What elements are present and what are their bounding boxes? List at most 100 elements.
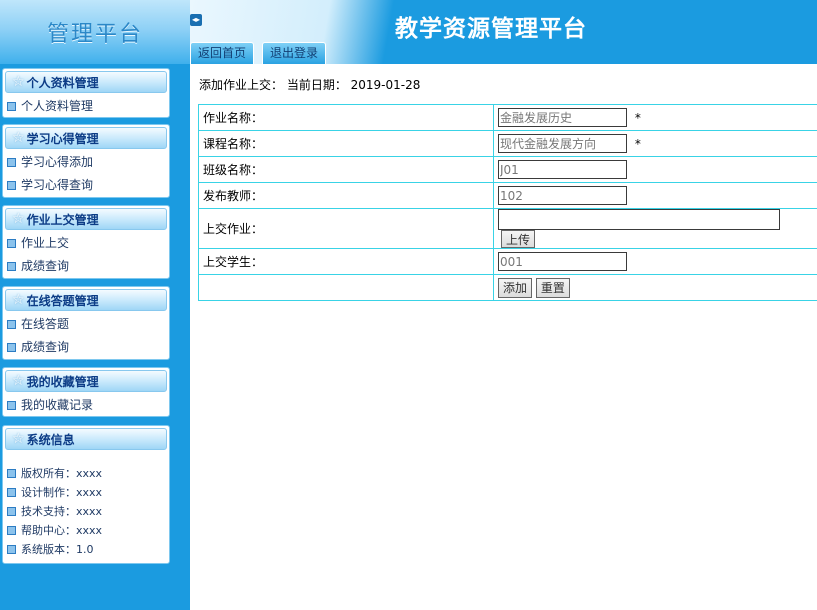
panel-header-profile[interactable]: ☆ 个人资料管理 xyxy=(5,71,167,93)
sidebar-item-label: 在线答题 xyxy=(21,317,70,331)
panel-title: 作业上交管理 xyxy=(26,212,99,227)
star-icon: ☆ xyxy=(12,74,25,90)
square-bullet-icon xyxy=(7,343,16,352)
square-bullet-icon xyxy=(7,181,16,190)
collapse-sidebar-icon[interactable]: ◂▸ xyxy=(190,14,202,26)
star-icon: ☆ xyxy=(12,130,25,146)
course-name-input[interactable] xyxy=(498,134,627,153)
sidebar-item-favorites[interactable]: 我的收藏记录 xyxy=(3,394,169,416)
panel-favorites: ☆ 我的收藏管理 我的收藏记录 xyxy=(2,367,170,417)
field-label: 课程名称： xyxy=(198,130,494,157)
panel-header-system-info[interactable]: ☆ 系统信息 xyxy=(5,428,167,450)
field-cell xyxy=(493,156,817,183)
teacher-input[interactable] xyxy=(498,186,627,205)
sidebar-item-label: 我的收藏记录 xyxy=(21,398,94,412)
square-bullet-icon xyxy=(7,545,16,554)
star-icon: ☆ xyxy=(12,373,25,389)
reset-button[interactable]: 重置 xyxy=(535,277,570,298)
form-row: 添加 重置 xyxy=(198,274,817,301)
square-bullet-icon xyxy=(7,239,16,248)
sidebar-item-notes-add[interactable]: 学习心得添加 xyxy=(3,151,169,174)
panel-header-favorites[interactable]: ☆ 我的收藏管理 xyxy=(5,370,167,392)
form-row: 上交学生： xyxy=(198,248,817,275)
sidebar-item-quiz-online[interactable]: 在线答题 xyxy=(3,313,169,336)
info-item: 设计制作：xxxx xyxy=(3,483,169,502)
panel-profile: ☆ 个人资料管理 个人资料管理 xyxy=(2,68,170,118)
sidebar-item-profile[interactable]: 个人资料管理 xyxy=(3,95,169,117)
panel-title: 学习心得管理 xyxy=(26,131,99,146)
panel-header-homework[interactable]: ☆ 作业上交管理 xyxy=(5,208,167,230)
square-bullet-icon xyxy=(7,526,16,535)
breadcrumb: 添加作业上交： 当前日期： 2019-01-28 xyxy=(199,78,421,92)
sidebar-item-label: 学习心得查询 xyxy=(21,178,94,192)
info-text: 设计制作：xxxx xyxy=(21,486,103,499)
info-text: 技术支持：xxxx xyxy=(21,505,103,518)
header: 管理平台 ◂▸ 教学资源管理平台 返回首页 退出登录 xyxy=(0,0,817,64)
field-cell: * xyxy=(493,104,817,131)
field-label: 班级名称： xyxy=(198,156,494,183)
empty-cell xyxy=(198,274,494,301)
square-bullet-icon xyxy=(7,320,16,329)
field-cell: * xyxy=(493,130,817,157)
panel-header-quiz[interactable]: ☆ 在线答题管理 xyxy=(5,289,167,311)
sidebar-item-label: 作业上交 xyxy=(21,236,70,250)
button-cell: 添加 重置 xyxy=(493,274,817,301)
square-bullet-icon xyxy=(7,507,16,516)
info-item: 版权所有：xxxx xyxy=(3,464,169,483)
sidebar: ☆ 个人资料管理 个人资料管理 ☆ 学习心得管理 学习心得添加 学习心得查询 ☆… xyxy=(0,64,190,610)
upload-button[interactable]: 上传 xyxy=(501,230,536,248)
sidebar-item-label: 成绩查询 xyxy=(21,340,70,354)
required-mark: * xyxy=(634,137,641,151)
square-bullet-icon xyxy=(7,488,16,497)
field-cell: 上传 xyxy=(493,208,817,249)
field-label: 作业名称： xyxy=(198,104,494,131)
panel-homework: ☆ 作业上交管理 作业上交 成绩查询 xyxy=(2,205,170,279)
star-icon: ☆ xyxy=(12,211,25,227)
sidebar-item-label: 成绩查询 xyxy=(21,259,70,273)
sidebar-item-label: 学习心得添加 xyxy=(21,155,94,169)
sidebar-item-quiz-grades[interactable]: 成绩查询 xyxy=(3,336,169,359)
homework-file-input[interactable] xyxy=(498,209,780,230)
info-text: 系统版本：1.0 xyxy=(21,543,94,556)
field-label: 上交学生： xyxy=(198,248,494,275)
form-row: 班级名称： xyxy=(198,156,817,183)
tab-logout[interactable]: 退出登录 xyxy=(262,42,327,64)
sidebar-item-notes-query[interactable]: 学习心得查询 xyxy=(3,174,169,197)
info-text: 版权所有：xxxx xyxy=(21,467,103,480)
panel-title: 个人资料管理 xyxy=(26,75,99,90)
panel-title: 在线答题管理 xyxy=(26,293,99,308)
square-bullet-icon xyxy=(7,262,16,271)
field-label: 发布教师： xyxy=(198,182,494,209)
square-bullet-icon xyxy=(7,158,16,167)
form-row: 作业名称： * xyxy=(198,104,817,131)
field-cell xyxy=(493,248,817,275)
brand-title: 管理平台 xyxy=(46,22,143,47)
sidebar-item-homework-submit[interactable]: 作业上交 xyxy=(3,232,169,255)
info-item: 帮助中心：xxxx xyxy=(3,521,169,540)
star-icon: ☆ xyxy=(12,292,25,308)
form-row: 上交作业： 上传 xyxy=(198,208,817,249)
tab-back-home[interactable]: 返回首页 xyxy=(190,42,255,64)
main-content: 添加作业上交： 当前日期： 2019-01-28 作业名称： * 课程名称： *… xyxy=(190,64,817,610)
field-cell xyxy=(493,182,817,209)
field-label: 上交作业： xyxy=(198,208,494,249)
homework-name-input[interactable] xyxy=(498,108,627,127)
required-mark: * xyxy=(634,111,641,125)
brand-block: 管理平台 xyxy=(0,0,190,64)
student-input[interactable] xyxy=(498,252,627,271)
add-button[interactable]: 添加 xyxy=(498,277,533,298)
square-bullet-icon xyxy=(7,102,16,111)
page-title: 教学资源管理平台 xyxy=(395,15,587,42)
info-text: 帮助中心：xxxx xyxy=(21,524,103,537)
form-row: 发布教师： xyxy=(198,182,817,209)
panel-header-notes[interactable]: ☆ 学习心得管理 xyxy=(5,127,167,149)
panel-system-info: ☆ 系统信息 版权所有：xxxx 设计制作：xxxx 技术支持：xxxx 帮助中… xyxy=(2,425,170,564)
square-bullet-icon xyxy=(7,469,16,478)
homework-form: 作业名称： * 课程名称： * 班级名称： 发布教师： xyxy=(198,104,817,301)
star-icon: ☆ xyxy=(12,431,25,447)
sidebar-item-homework-grades[interactable]: 成绩查询 xyxy=(3,255,169,278)
panel-title: 我的收藏管理 xyxy=(26,374,99,389)
panel-quiz: ☆ 在线答题管理 在线答题 成绩查询 xyxy=(2,286,170,360)
class-name-input[interactable] xyxy=(498,160,627,179)
header-main: ◂▸ 教学资源管理平台 返回首页 退出登录 xyxy=(190,0,817,64)
